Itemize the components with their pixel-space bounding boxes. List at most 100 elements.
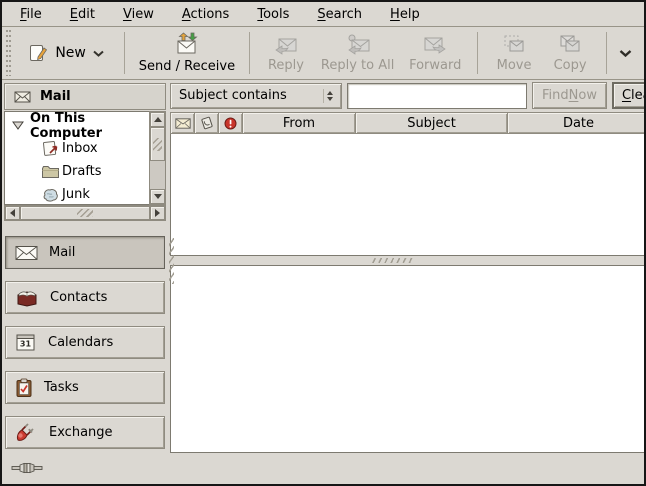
- component-switcher: Mail Contacts: [4, 236, 166, 449]
- scrollbar-track[interactable]: [150, 161, 165, 189]
- compose-icon: [28, 43, 48, 63]
- reply-label: Reply: [268, 58, 304, 73]
- online-status-plug-icon[interactable]: [11, 462, 43, 474]
- column-priority[interactable]: [218, 112, 243, 134]
- column-date[interactable]: Date: [507, 112, 646, 134]
- menu-search[interactable]: Search: [303, 4, 376, 25]
- tree-root-on-this-computer[interactable]: On This Computer: [5, 114, 149, 137]
- menu-bar: File Edit View Actions Tools Search Help: [2, 2, 644, 27]
- preview-splitter[interactable]: [170, 256, 646, 265]
- reply-to-all-label: Reply to All: [321, 58, 394, 73]
- menu-help[interactable]: Help: [376, 4, 434, 25]
- dropdown-arrows-icon: [323, 89, 336, 103]
- switcher-exchange-button[interactable]: Exchange: [5, 416, 165, 449]
- scrollbar-thumb[interactable]: [20, 206, 150, 220]
- switcher-contacts-button[interactable]: Contacts: [5, 281, 165, 314]
- message-list-body[interactable]: [170, 134, 646, 256]
- send-receive-icon: [174, 32, 200, 56]
- new-button[interactable]: New: [16, 35, 116, 71]
- scrollbar-left-button[interactable]: [5, 206, 20, 220]
- switcher-label: Calendars: [48, 335, 113, 350]
- menu-actions[interactable]: Actions: [168, 4, 244, 25]
- folder-tree-horizontal-scrollbar[interactable]: [4, 205, 166, 221]
- sidebar-section-header: Mail: [4, 83, 166, 110]
- toolbar-overflow-button[interactable]: [615, 45, 636, 61]
- toolbar-drag-handle[interactable]: [5, 30, 12, 76]
- toolbar-separator: [124, 32, 125, 74]
- splitter-grip[interactable]: [370, 258, 414, 263]
- menu-view[interactable]: View: [109, 4, 168, 25]
- toolbar-separator: [477, 32, 478, 74]
- copy-button[interactable]: Copy: [542, 30, 598, 76]
- chevron-down-icon: [619, 49, 632, 57]
- toolbar-separator: [249, 32, 250, 74]
- scrollbar-thumb[interactable]: [150, 127, 165, 161]
- expander-icon[interactable]: [12, 121, 24, 130]
- copy-label: Copy: [554, 58, 587, 73]
- search-input[interactable]: [347, 83, 527, 109]
- main-area: Mail On This Computer: [2, 80, 644, 453]
- forward-button[interactable]: Forward: [401, 30, 469, 76]
- mail-panel: Subject contains Find Now Clear: [168, 80, 646, 453]
- move-button[interactable]: Move: [486, 30, 542, 76]
- search-filter-dropdown[interactable]: Subject contains: [170, 83, 342, 109]
- copy-icon: [557, 33, 583, 55]
- switcher-label: Contacts: [50, 290, 107, 305]
- find-now-button[interactable]: Find Now: [532, 82, 607, 109]
- switcher-mail-button[interactable]: Mail: [5, 236, 165, 269]
- send-receive-label: Send / Receive: [139, 59, 235, 74]
- preview-pane: [170, 265, 646, 453]
- column-subject[interactable]: Subject: [355, 112, 508, 134]
- exchange-plug-icon: [15, 423, 38, 443]
- inbox-icon: [41, 140, 60, 157]
- reply-to-all-icon: [345, 33, 371, 55]
- column-from[interactable]: From: [242, 112, 356, 134]
- switcher-tasks-button[interactable]: Tasks: [5, 371, 165, 404]
- preview-body[interactable]: [170, 265, 646, 453]
- move-icon: [501, 33, 527, 55]
- switcher-label: Tasks: [44, 380, 79, 395]
- new-button-label: New: [55, 45, 86, 61]
- column-attachment[interactable]: [194, 112, 219, 134]
- envelope-icon: [175, 118, 191, 129]
- junk-icon: [41, 187, 60, 203]
- move-label: Move: [497, 58, 532, 73]
- tree-root-label: On This Computer: [30, 111, 149, 141]
- message-list: From Subject Date: [170, 112, 646, 256]
- folder-tree-vertical-scrollbar[interactable]: [149, 111, 166, 205]
- mail-icon: [15, 245, 38, 261]
- folder-junk[interactable]: Junk: [5, 183, 149, 205]
- calendar-icon: 31: [15, 333, 37, 352]
- scrollbar-down-button[interactable]: [150, 189, 165, 204]
- calendar-day-text: 31: [20, 340, 32, 349]
- reply-to-all-button[interactable]: Reply to All: [314, 30, 401, 76]
- evolution-window: File Edit View Actions Tools Search Help…: [0, 0, 646, 486]
- search-bar: Subject contains Find Now Clear: [170, 82, 646, 112]
- column-message-status[interactable]: [170, 112, 195, 134]
- mail-header-envelope-icon: [14, 91, 31, 103]
- menu-tools[interactable]: Tools: [243, 4, 303, 25]
- scrollbar-right-button[interactable]: [150, 206, 165, 220]
- switcher-label: Exchange: [49, 425, 113, 440]
- folder-drafts[interactable]: Drafts: [5, 160, 149, 183]
- message-list-header: From Subject Date: [170, 112, 646, 134]
- reply-button[interactable]: Reply: [258, 30, 314, 76]
- sidebar: Mail On This Computer: [2, 80, 168, 453]
- folder-label: Drafts: [62, 164, 102, 179]
- forward-label: Forward: [409, 58, 461, 73]
- reply-icon: [273, 33, 299, 55]
- switcher-calendars-button[interactable]: 31 Calendars: [5, 326, 165, 359]
- menu-edit[interactable]: Edit: [56, 4, 109, 25]
- sidebar-header-label: Mail: [40, 89, 71, 104]
- contacts-icon: [15, 289, 39, 307]
- menu-file[interactable]: File: [6, 4, 56, 25]
- toolbar-separator: [606, 32, 607, 74]
- status-bar: [2, 453, 644, 482]
- tasks-icon: [15, 378, 33, 398]
- clear-button[interactable]: Clear: [612, 82, 646, 109]
- search-filter-value: Subject contains: [179, 88, 287, 103]
- attachment-icon: [200, 116, 214, 130]
- folder-label: Inbox: [62, 141, 98, 156]
- send-receive-button[interactable]: Send / Receive: [133, 29, 241, 77]
- scrollbar-up-button[interactable]: [150, 112, 165, 127]
